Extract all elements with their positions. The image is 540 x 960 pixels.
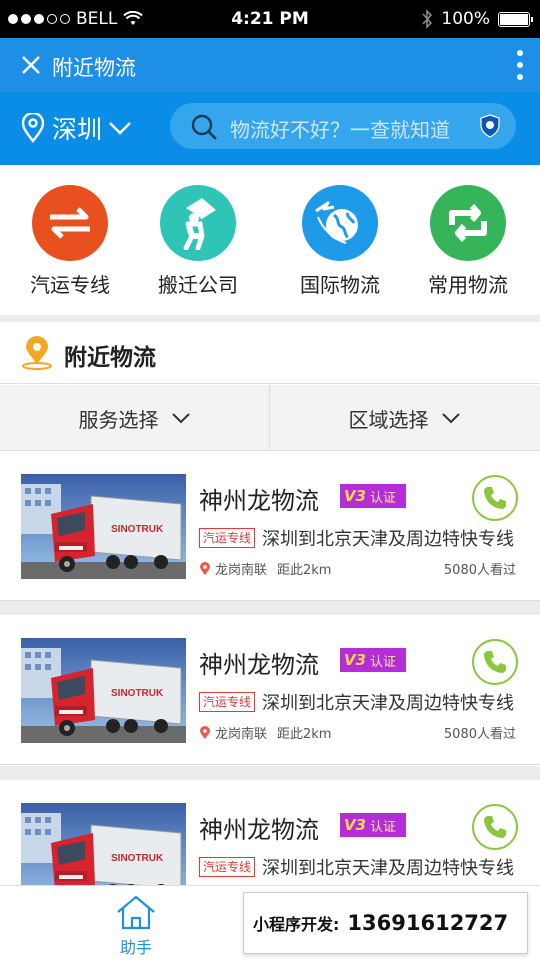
service-tag: 汽运专线	[199, 692, 256, 712]
truck-thumbnail: SINOTRUK	[21, 474, 186, 579]
company-name: 神州龙物流	[199, 487, 319, 515]
chevron-down-icon	[171, 413, 190, 424]
mover-icon	[183, 198, 216, 250]
company-name: 神州龙物流	[199, 651, 319, 679]
category-label: 汽运专线	[30, 273, 110, 297]
bluetooth-icon	[422, 9, 433, 29]
company-name: 神州龙物流	[199, 816, 319, 844]
status-bar: BELL 4:21 PM 100%	[0, 0, 540, 38]
route-description: 深圳到北京天津及周边特快专线	[262, 858, 514, 879]
service-tag: 汽运专线	[199, 857, 256, 877]
city-selector[interactable]: 深圳	[20, 110, 132, 146]
search-band: 深圳 物流好不好？一查就知道	[0, 92, 540, 165]
badge-level: V3	[344, 651, 367, 669]
badge-text: 认证	[370, 654, 397, 670]
shield-icon[interactable]	[478, 113, 502, 139]
category-common-logistics[interactable]: 常用物流	[403, 185, 533, 298]
search-icon	[191, 114, 217, 140]
phone-icon	[484, 816, 506, 838]
category-freight-line[interactable]: 汽运专线	[5, 185, 135, 298]
category-icon-circle	[302, 185, 378, 261]
swap-arrows-icon	[50, 207, 90, 239]
badge-level: V3	[344, 487, 367, 505]
category-icon-circle	[32, 185, 108, 261]
route-description: 深圳到北京天津及周边特快专线	[262, 529, 514, 550]
repeat-icon	[449, 204, 487, 242]
chevron-down-icon	[109, 122, 131, 135]
location-name: 龙岗南联	[215, 727, 268, 742]
distance: 距此2km	[277, 727, 332, 742]
category-label: 搬迁公司	[158, 273, 238, 297]
service-filter[interactable]: 服务选择	[0, 385, 269, 451]
category-international-logistics[interactable]: 国际物流	[275, 185, 405, 298]
phone-icon	[484, 487, 506, 509]
close-icon[interactable]	[18, 52, 44, 78]
v3-verified-badge: V3 认证	[340, 648, 406, 672]
nav-title: 附近物流	[52, 56, 136, 80]
svg-text:SINOTRUK: SINOTRUK	[111, 688, 164, 699]
badge-level: V3	[344, 816, 367, 834]
service-tag: 汽运专线	[199, 528, 256, 548]
battery-percent: 100%	[441, 9, 490, 29]
phone-icon	[484, 651, 506, 673]
promo-phone: 13691612727	[347, 911, 509, 935]
view-count: 5080人看过	[443, 563, 516, 578]
region-filter[interactable]: 区域选择	[270, 385, 539, 451]
city-name: 深圳	[52, 115, 103, 144]
service-filter-label: 服务选择	[78, 407, 159, 432]
tab-label: 助手	[119, 938, 152, 957]
route-description: 深圳到北京天津及周边特快专线	[262, 693, 514, 714]
section-header: 附近物流	[0, 322, 540, 384]
phone-call-button[interactable]	[472, 639, 518, 685]
card-location: 龙岗南联	[199, 559, 267, 578]
distance: 距此2km	[277, 563, 332, 578]
category-icon-circle	[160, 185, 236, 261]
more-menu-icon[interactable]	[514, 50, 526, 80]
search-placeholder: 物流好不好？一查就知道	[230, 118, 450, 142]
badge-text: 认证	[370, 819, 397, 835]
divider	[0, 766, 540, 780]
promo-overlay: 小程序开发: 13691612727	[243, 892, 528, 954]
search-input[interactable]: 物流好不好？一查就知道	[170, 103, 516, 149]
chevron-down-icon	[441, 413, 460, 424]
location-pin-icon	[21, 113, 45, 143]
category-grid: 汽运专线 搬迁公司 国际物流 常用物流	[0, 165, 540, 315]
location-pin-icon	[200, 561, 210, 575]
status-right: 100%	[421, 9, 533, 29]
promo-label: 小程序开发:	[253, 915, 340, 934]
card-location: 龙岗南联	[199, 723, 267, 742]
svg-text:SINOTRUK: SINOTRUK	[111, 524, 164, 535]
battery-icon	[498, 11, 533, 27]
divider	[0, 601, 540, 615]
home-icon	[117, 895, 155, 930]
globe-icon	[315, 201, 358, 244]
view-count: 5080人看过	[443, 727, 516, 742]
location-pin-icon	[22, 336, 52, 370]
svg-text:SINOTRUK: SINOTRUK	[111, 853, 164, 864]
v3-verified-badge: V3 认证	[340, 484, 406, 508]
filter-bar: 服务选择 区域选择	[0, 385, 540, 451]
divider	[0, 315, 540, 322]
category-moving-company[interactable]: 搬迁公司	[133, 185, 263, 298]
listing-card[interactable]: SINOTRUK 神州龙物流 V3 认证 汽运专线 深圳到北京天津及周边特快专线…	[0, 615, 540, 765]
category-icon-circle	[430, 185, 506, 261]
tab-assistant[interactable]: 助手	[108, 894, 164, 958]
section-title: 附近物流	[64, 345, 156, 371]
location-name: 龙岗南联	[215, 563, 268, 578]
phone-call-button[interactable]	[472, 804, 518, 850]
location-pin-icon	[200, 725, 210, 739]
phone-call-button[interactable]	[472, 475, 518, 521]
truck-thumbnail: SINOTRUK	[21, 638, 186, 743]
listing-card[interactable]: SINOTRUK 神州龙物流 V3 认证 汽运专线 深圳到北京天津及周边特快专线…	[0, 451, 540, 601]
v3-verified-badge: V3 认证	[340, 813, 406, 837]
nav-bar: 附近物流	[0, 38, 540, 92]
category-label: 国际物流	[300, 273, 380, 297]
badge-text: 认证	[370, 490, 397, 506]
category-label: 常用物流	[428, 273, 508, 297]
region-filter-label: 区域选择	[348, 407, 429, 432]
